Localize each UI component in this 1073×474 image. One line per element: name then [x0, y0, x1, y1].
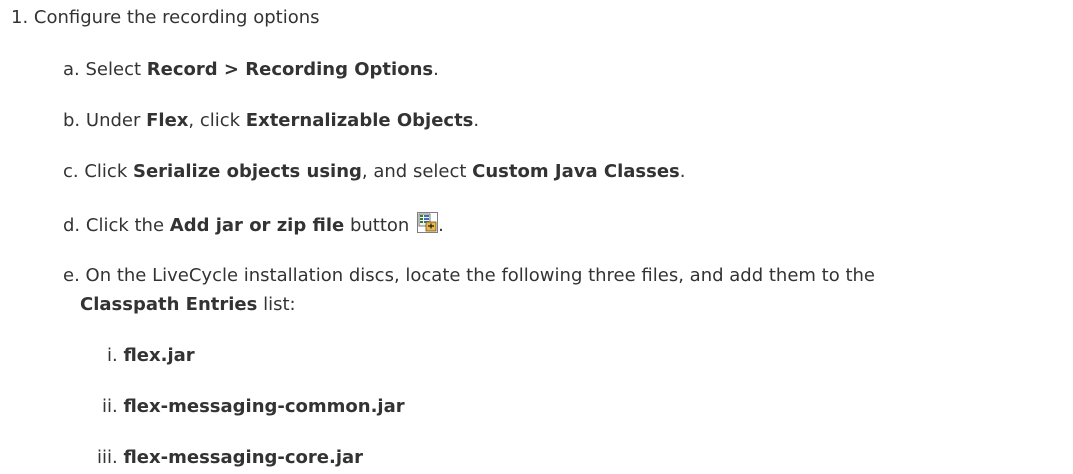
ui-term: Add jar or zip file — [169, 215, 345, 236]
file-marker: i. — [107, 345, 118, 366]
substep-text: . — [679, 161, 686, 182]
menu-path: Record > Recording Options — [146, 59, 434, 80]
file-item: iii. flex-messaging-core.jar — [97, 446, 363, 470]
substep-marker: e. — [63, 265, 80, 286]
file-name: flex.jar — [123, 345, 195, 366]
ui-term: Externalizable Objects — [245, 110, 474, 131]
substep-text: On the LiveCycle installation discs, loc… — [85, 265, 875, 286]
substep-text: Click the — [85, 215, 170, 236]
ui-term: Custom Java Classes — [472, 161, 680, 182]
ui-term: Classpath Entries — [80, 294, 258, 315]
add-jar-file-icon — [417, 212, 439, 233]
substep-a: a. Select Record > Recording Options. — [63, 58, 439, 82]
substep-e-continuation: Classpath Entries list: — [80, 293, 296, 317]
step-number: 1. — [11, 7, 29, 28]
step-title: Configure the recording options — [33, 7, 320, 28]
substep-marker: b. — [63, 110, 81, 131]
substep-marker: d. — [63, 215, 81, 236]
substep-marker: a. — [63, 59, 80, 80]
ui-term: Flex — [146, 110, 189, 131]
file-item: i. flex.jar — [107, 344, 195, 368]
file-item: ii. flex-messaging-common.jar — [102, 395, 405, 419]
file-marker: ii. — [102, 396, 118, 417]
substep-d: d. Click the Add jar or zip file button … — [63, 212, 444, 238]
file-name: flex-messaging-core.jar — [123, 447, 364, 468]
ui-term: Serialize objects using — [132, 161, 362, 182]
substep-text: . — [438, 215, 444, 236]
substep-text: , click — [188, 110, 246, 131]
substep-marker: c. — [63, 161, 79, 182]
substep-e: e. On the LiveCycle installation discs, … — [63, 264, 875, 288]
substep-text: , and select — [361, 161, 473, 182]
substep-b: b. Under Flex, click Externalizable Obje… — [63, 109, 479, 133]
substep-text: Select — [85, 59, 147, 80]
substep-text: button — [344, 215, 416, 236]
substep-text: Under — [85, 110, 147, 131]
substep-text: Click — [84, 161, 133, 182]
file-marker: iii. — [97, 447, 118, 468]
file-name: flex-messaging-common.jar — [123, 396, 405, 417]
substep-text: . — [433, 59, 439, 80]
substep-text: list: — [257, 294, 296, 315]
substep-text: . — [473, 110, 480, 131]
step-1: 1. Configure the recording options — [11, 6, 320, 30]
substep-c: c. Click Serialize objects using, and se… — [63, 160, 686, 184]
